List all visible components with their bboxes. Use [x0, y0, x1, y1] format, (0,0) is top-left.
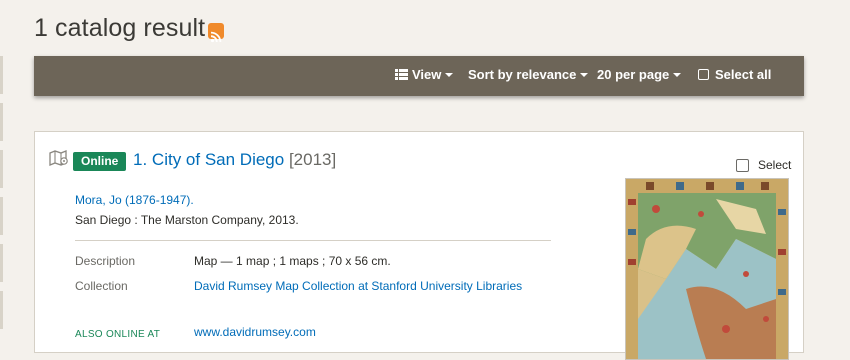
chevron-down-icon: [580, 73, 589, 77]
list-view-icon: [395, 69, 408, 80]
view-label: View: [412, 67, 442, 82]
search-toolbar: View Sort by relevance 20 per page Selec…: [34, 56, 804, 96]
select-label: Select: [758, 158, 792, 172]
imprint-text: San Diego : The Marston Company, 2013.: [75, 213, 299, 227]
map-icon: [49, 150, 68, 166]
document-number: 1.: [133, 150, 148, 169]
author-link[interactable]: Mora, Jo (1876-1947).: [75, 193, 194, 207]
sort-label: Sort by relevance: [468, 67, 577, 82]
document-title: 1. City of San Diego [2013]: [133, 150, 336, 170]
results-heading-text: 1 catalog result: [34, 14, 206, 42]
left-strip: [0, 0, 3, 335]
description-label: Description: [75, 254, 136, 268]
select-toggle[interactable]: Select: [736, 158, 791, 172]
online-badge: Online: [73, 152, 127, 171]
per-page-dropdown[interactable]: 20 per page: [597, 67, 682, 82]
collection-label: Collection: [75, 279, 128, 293]
per-page-label: 20 per page: [597, 67, 670, 82]
divider: [75, 240, 551, 241]
document-year: [2013]: [288, 150, 337, 169]
also-online-link[interactable]: www.davidrumsey.com: [194, 325, 316, 339]
checkbox-icon[interactable]: [698, 69, 709, 80]
description-value: Map — 1 map ; 1 maps ; 70 x 56 cm.: [194, 254, 391, 268]
results-heading: 1 catalog result: [34, 14, 225, 43]
select-all-toggle[interactable]: Select all: [698, 67, 771, 82]
chevron-down-icon: [445, 73, 454, 77]
document-title-link[interactable]: City of San Diego: [152, 150, 284, 169]
select-all-label: Select all: [715, 67, 772, 82]
map-thumbnail[interactable]: [625, 178, 789, 360]
result-card: Online 1. City of San Diego [2013] Selec…: [34, 131, 804, 360]
view-dropdown[interactable]: View: [395, 67, 454, 82]
map-thumbnail-image: [626, 179, 788, 359]
sort-dropdown[interactable]: Sort by relevance: [468, 67, 589, 82]
chevron-down-icon: [673, 73, 682, 77]
select-checkbox[interactable]: [736, 158, 749, 172]
rss-icon[interactable]: [208, 22, 225, 42]
collection-link[interactable]: David Rumsey Map Collection at Stanford …: [194, 279, 522, 293]
